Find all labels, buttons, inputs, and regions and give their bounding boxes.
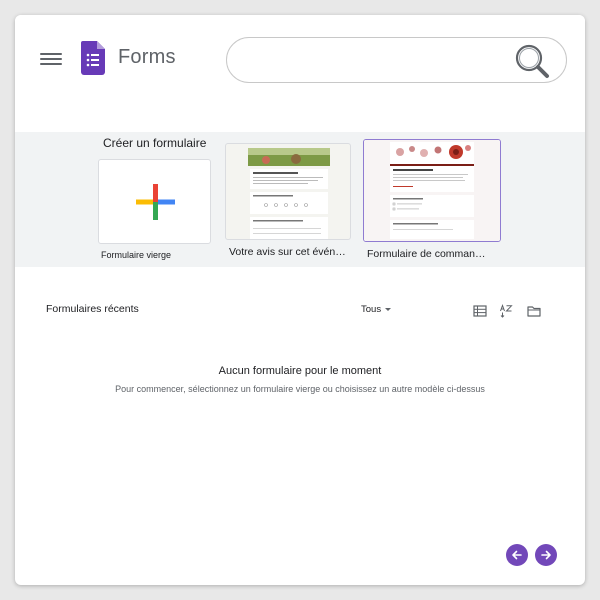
- search-input[interactable]: [245, 48, 505, 72]
- arrow-left-icon: [512, 550, 522, 560]
- template-event-feedback[interactable]: [225, 143, 351, 240]
- recent-forms-title: Formulaires récents: [46, 303, 139, 315]
- owner-filter-dropdown[interactable]: Tous: [361, 304, 392, 315]
- search-box[interactable]: [226, 37, 567, 83]
- folder-icon[interactable]: [527, 304, 541, 318]
- template-order-form[interactable]: [363, 139, 501, 242]
- next-button[interactable]: [535, 544, 557, 566]
- template-label-event-feedback[interactable]: Votre avis sur cet évén…: [229, 246, 349, 258]
- hamburger-menu-icon: [40, 53, 62, 55]
- template-label-order-form[interactable]: Formulaire de comman…: [367, 248, 499, 260]
- app-title: Forms: [118, 46, 176, 68]
- sort-az-icon[interactable]: [499, 304, 513, 318]
- template-blank-form[interactable]: [98, 159, 211, 244]
- event-feedback-preview-image: [248, 148, 330, 239]
- hamburger-menu-icon-line: [40, 58, 62, 60]
- empty-state-title: Aucun formulaire pour le moment: [218, 365, 382, 377]
- owner-filter-label: Tous: [361, 304, 382, 315]
- app-window: Forms Créer un formulaire Formulaire vie…: [15, 15, 585, 585]
- google-forms-logo-icon[interactable]: [81, 41, 105, 75]
- list-view-icon[interactable]: [473, 304, 487, 318]
- plus-icon: [136, 184, 175, 220]
- template-label-blank[interactable]: Formulaire vierge: [101, 250, 211, 260]
- search-icon[interactable]: [513, 42, 551, 80]
- arrow-right-icon: [541, 550, 551, 560]
- template-gallery: Créer un formulaire Formulaire vierge Vo…: [15, 132, 585, 267]
- main-menu-button[interactable]: [40, 50, 62, 70]
- caret-down-icon: [385, 308, 392, 311]
- hamburger-menu-icon-line: [40, 63, 62, 65]
- order-form-preview-image: [364, 140, 500, 241]
- gallery-title: Créer un formulaire: [103, 136, 207, 150]
- empty-state-subtitle: Pour commencer, sélectionnez un formulai…: [115, 384, 485, 394]
- previous-button[interactable]: [506, 544, 528, 566]
- app-header: Forms: [15, 15, 585, 132]
